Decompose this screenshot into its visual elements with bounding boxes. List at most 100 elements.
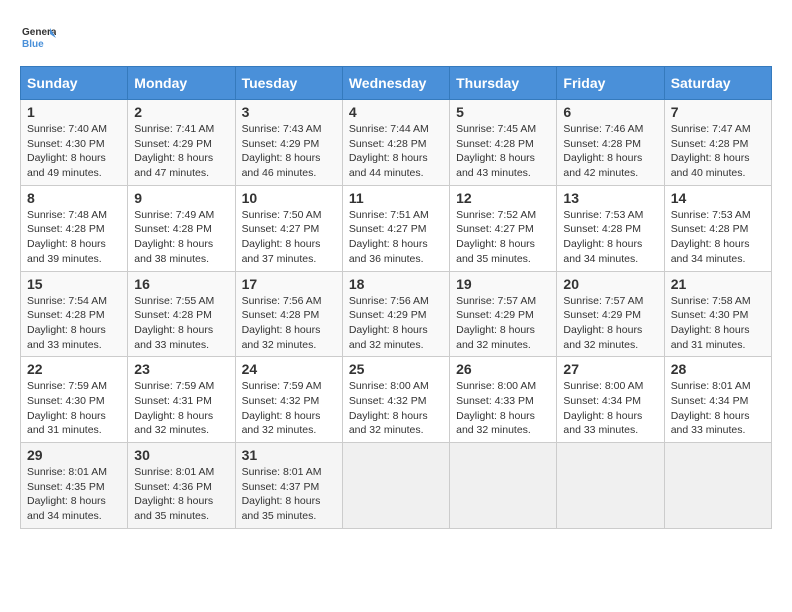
sunrise-label: Sunrise: 7:46 AM (563, 123, 643, 135)
calendar-cell: 8 Sunrise: 7:48 AM Sunset: 4:28 PM Dayli… (21, 185, 128, 271)
sunset-label: Sunset: 4:29 PM (456, 309, 534, 321)
daylight-label: Daylight: 8 hours and 43 minutes. (456, 152, 535, 179)
day-info: Sunrise: 7:50 AM Sunset: 4:27 PM Dayligh… (242, 208, 336, 267)
daylight-label: Daylight: 8 hours and 39 minutes. (27, 238, 106, 265)
day-number: 25 (349, 361, 443, 377)
day-number: 8 (27, 190, 121, 206)
day-number: 23 (134, 361, 228, 377)
sunset-label: Sunset: 4:31 PM (134, 395, 212, 407)
day-info: Sunrise: 7:40 AM Sunset: 4:30 PM Dayligh… (27, 122, 121, 181)
day-number: 20 (563, 276, 657, 292)
logo-svg: General Blue (20, 20, 56, 56)
svg-text:Blue: Blue (22, 39, 44, 50)
sunset-label: Sunset: 4:27 PM (242, 223, 320, 235)
day-info: Sunrise: 7:59 AM Sunset: 4:30 PM Dayligh… (27, 379, 121, 438)
day-info: Sunrise: 7:56 AM Sunset: 4:29 PM Dayligh… (349, 294, 443, 353)
daylight-label: Daylight: 8 hours and 34 minutes. (27, 495, 106, 522)
sunrise-label: Sunrise: 8:01 AM (671, 380, 751, 392)
sunset-label: Sunset: 4:30 PM (27, 138, 105, 150)
header-monday: Monday (128, 67, 235, 100)
sunrise-label: Sunrise: 7:44 AM (349, 123, 429, 135)
calendar-cell: 4 Sunrise: 7:44 AM Sunset: 4:28 PM Dayli… (342, 100, 449, 186)
daylight-label: Daylight: 8 hours and 32 minutes. (349, 410, 428, 437)
daylight-label: Daylight: 8 hours and 42 minutes. (563, 152, 642, 179)
day-number: 5 (456, 104, 550, 120)
day-info: Sunrise: 7:44 AM Sunset: 4:28 PM Dayligh… (349, 122, 443, 181)
header-saturday: Saturday (664, 67, 771, 100)
sunset-label: Sunset: 4:29 PM (349, 309, 427, 321)
header-thursday: Thursday (450, 67, 557, 100)
sunrise-label: Sunrise: 8:01 AM (242, 466, 322, 478)
sunset-label: Sunset: 4:28 PM (134, 309, 212, 321)
day-info: Sunrise: 7:53 AM Sunset: 4:28 PM Dayligh… (563, 208, 657, 267)
sunrise-label: Sunrise: 7:45 AM (456, 123, 536, 135)
daylight-label: Daylight: 8 hours and 32 minutes. (456, 410, 535, 437)
sunrise-label: Sunrise: 7:58 AM (671, 295, 751, 307)
sunset-label: Sunset: 4:30 PM (671, 309, 749, 321)
sunrise-label: Sunrise: 7:56 AM (242, 295, 322, 307)
sunset-label: Sunset: 4:29 PM (134, 138, 212, 150)
calendar-cell: 20 Sunrise: 7:57 AM Sunset: 4:29 PM Dayl… (557, 271, 664, 357)
sunset-label: Sunset: 4:34 PM (671, 395, 749, 407)
calendar-cell: 15 Sunrise: 7:54 AM Sunset: 4:28 PM Dayl… (21, 271, 128, 357)
day-info: Sunrise: 7:43 AM Sunset: 4:29 PM Dayligh… (242, 122, 336, 181)
day-info: Sunrise: 8:01 AM Sunset: 4:36 PM Dayligh… (134, 465, 228, 524)
day-info: Sunrise: 8:00 AM Sunset: 4:33 PM Dayligh… (456, 379, 550, 438)
day-info: Sunrise: 7:48 AM Sunset: 4:28 PM Dayligh… (27, 208, 121, 267)
sunrise-label: Sunrise: 7:59 AM (242, 380, 322, 392)
day-info: Sunrise: 7:56 AM Sunset: 4:28 PM Dayligh… (242, 294, 336, 353)
day-number: 29 (27, 447, 121, 463)
week-row-5: 29 Sunrise: 8:01 AM Sunset: 4:35 PM Dayl… (21, 443, 772, 529)
calendar-cell: 22 Sunrise: 7:59 AM Sunset: 4:30 PM Dayl… (21, 357, 128, 443)
week-row-1: 1 Sunrise: 7:40 AM Sunset: 4:30 PM Dayli… (21, 100, 772, 186)
day-info: Sunrise: 7:54 AM Sunset: 4:28 PM Dayligh… (27, 294, 121, 353)
day-info: Sunrise: 8:01 AM Sunset: 4:35 PM Dayligh… (27, 465, 121, 524)
header-friday: Friday (557, 67, 664, 100)
sunset-label: Sunset: 4:29 PM (242, 138, 320, 150)
daylight-label: Daylight: 8 hours and 32 minutes. (349, 324, 428, 351)
calendar-cell: 23 Sunrise: 7:59 AM Sunset: 4:31 PM Dayl… (128, 357, 235, 443)
day-info: Sunrise: 7:57 AM Sunset: 4:29 PM Dayligh… (456, 294, 550, 353)
day-info: Sunrise: 8:01 AM Sunset: 4:34 PM Dayligh… (671, 379, 765, 438)
daylight-label: Daylight: 8 hours and 32 minutes. (563, 324, 642, 351)
day-info: Sunrise: 7:53 AM Sunset: 4:28 PM Dayligh… (671, 208, 765, 267)
logo: General Blue (20, 20, 56, 56)
week-row-2: 8 Sunrise: 7:48 AM Sunset: 4:28 PM Dayli… (21, 185, 772, 271)
calendar-cell: 28 Sunrise: 8:01 AM Sunset: 4:34 PM Dayl… (664, 357, 771, 443)
sunrise-label: Sunrise: 7:41 AM (134, 123, 214, 135)
sunset-label: Sunset: 4:28 PM (563, 223, 641, 235)
sunrise-label: Sunrise: 7:40 AM (27, 123, 107, 135)
day-info: Sunrise: 7:49 AM Sunset: 4:28 PM Dayligh… (134, 208, 228, 267)
day-number: 7 (671, 104, 765, 120)
sunset-label: Sunset: 4:28 PM (671, 138, 749, 150)
day-number: 19 (456, 276, 550, 292)
sunset-label: Sunset: 4:27 PM (456, 223, 534, 235)
sunset-label: Sunset: 4:27 PM (349, 223, 427, 235)
day-number: 16 (134, 276, 228, 292)
calendar-cell: 11 Sunrise: 7:51 AM Sunset: 4:27 PM Dayl… (342, 185, 449, 271)
calendar-cell: 7 Sunrise: 7:47 AM Sunset: 4:28 PM Dayli… (664, 100, 771, 186)
sunrise-label: Sunrise: 8:01 AM (134, 466, 214, 478)
sunrise-label: Sunrise: 7:51 AM (349, 209, 429, 221)
sunrise-label: Sunrise: 7:50 AM (242, 209, 322, 221)
sunset-label: Sunset: 4:35 PM (27, 481, 105, 493)
sunset-label: Sunset: 4:29 PM (563, 309, 641, 321)
calendar-cell: 5 Sunrise: 7:45 AM Sunset: 4:28 PM Dayli… (450, 100, 557, 186)
day-info: Sunrise: 8:01 AM Sunset: 4:37 PM Dayligh… (242, 465, 336, 524)
calendar-cell: 9 Sunrise: 7:49 AM Sunset: 4:28 PM Dayli… (128, 185, 235, 271)
day-number: 1 (27, 104, 121, 120)
day-info: Sunrise: 7:58 AM Sunset: 4:30 PM Dayligh… (671, 294, 765, 353)
day-info: Sunrise: 7:59 AM Sunset: 4:31 PM Dayligh… (134, 379, 228, 438)
daylight-label: Daylight: 8 hours and 46 minutes. (242, 152, 321, 179)
calendar-cell (664, 443, 771, 529)
header-wednesday: Wednesday (342, 67, 449, 100)
day-number: 22 (27, 361, 121, 377)
daylight-label: Daylight: 8 hours and 34 minutes. (563, 238, 642, 265)
calendar-cell: 3 Sunrise: 7:43 AM Sunset: 4:29 PM Dayli… (235, 100, 342, 186)
calendar-cell: 10 Sunrise: 7:50 AM Sunset: 4:27 PM Dayl… (235, 185, 342, 271)
sunrise-label: Sunrise: 7:56 AM (349, 295, 429, 307)
day-info: Sunrise: 7:45 AM Sunset: 4:28 PM Dayligh… (456, 122, 550, 181)
daylight-label: Daylight: 8 hours and 33 minutes. (134, 324, 213, 351)
sunrise-label: Sunrise: 8:00 AM (456, 380, 536, 392)
sunrise-label: Sunrise: 7:52 AM (456, 209, 536, 221)
